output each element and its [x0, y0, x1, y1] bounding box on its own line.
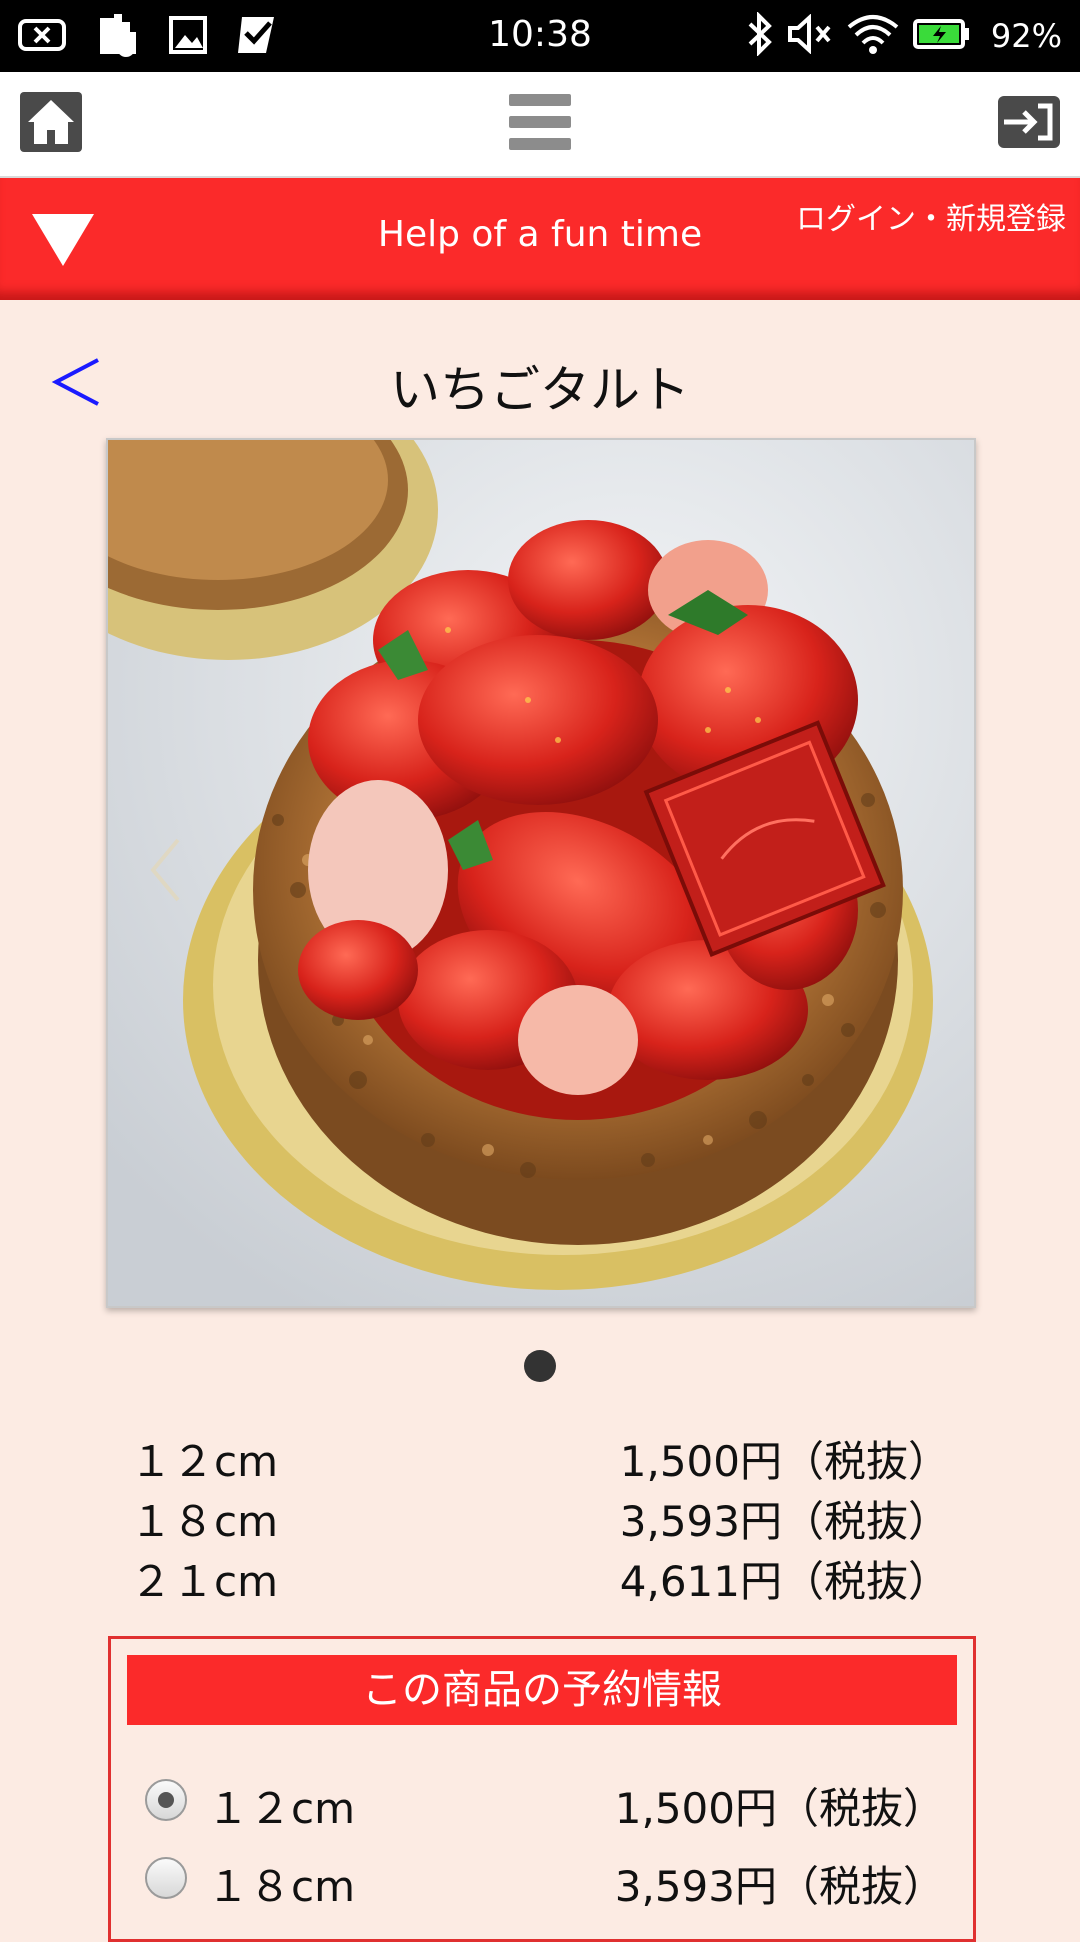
radio-button[interactable] [145, 1857, 187, 1899]
price-label: 1,500円（税抜） [619, 1437, 950, 1486]
price-list: １２cm 1,500円（税抜） １８cm 3,593円（税抜） ２１cm 4,6… [130, 1428, 950, 1608]
option-price: 1,500円（税抜） [614, 1784, 945, 1833]
logout-button[interactable] [998, 96, 1060, 148]
system-icons: 92% [747, 11, 1062, 60]
battery-icon [912, 18, 971, 54]
radio-button-selected[interactable] [145, 1779, 187, 1821]
logout-icon [1004, 103, 1053, 141]
price-label: 3,593円（税抜） [619, 1497, 950, 1546]
option-size: １８cm [207, 1862, 356, 1911]
option-price: 3,593円（税抜） [614, 1862, 945, 1911]
size-label: ２１cm [130, 1557, 279, 1606]
product-title: いちごタルト [390, 361, 690, 419]
wifi-icon [847, 13, 899, 59]
home-button[interactable] [20, 92, 82, 152]
product-image[interactable] [106, 438, 976, 1308]
size-option-12cm[interactable]: １２cm 1,500円（税抜） [145, 1775, 945, 1835]
battery-percent: 92% [990, 17, 1062, 55]
mute-icon [787, 13, 833, 58]
site-banner: Help of a fun time ログイン・新規登録 [0, 178, 1080, 300]
price-label: 4,611円（税抜） [619, 1557, 950, 1606]
price-row: １２cm 1,500円（税抜） [130, 1428, 950, 1488]
strawberry-tart-image [108, 440, 974, 1306]
hamburger-menu-icon [509, 94, 571, 106]
size-label: １８cm [130, 1497, 279, 1546]
bluetooth-icon [747, 11, 773, 60]
option-size: １２cm [207, 1784, 356, 1833]
size-option-18cm[interactable]: １８cm 3,593円（税抜） [145, 1853, 945, 1913]
reservation-panel: この商品の予約情報 １２cm 1,500円（税抜） １８cm 3,593円（税抜… [108, 1636, 976, 1942]
price-row: １８cm 3,593円（税抜） [130, 1488, 950, 1548]
home-icon [28, 100, 74, 144]
carousel-dot[interactable] [524, 1350, 556, 1382]
status-bar: 10:38 92% [0, 0, 1080, 72]
login-register-link[interactable]: ログイン・新規登録 [796, 194, 1066, 238]
price-row: ２１cm 4,611円（税抜） [130, 1548, 950, 1608]
size-label: １２cm [130, 1437, 279, 1486]
reservation-header: この商品の予約情報 [127, 1655, 957, 1725]
menu-button[interactable] [509, 94, 571, 152]
app-toolbar [0, 72, 1080, 179]
